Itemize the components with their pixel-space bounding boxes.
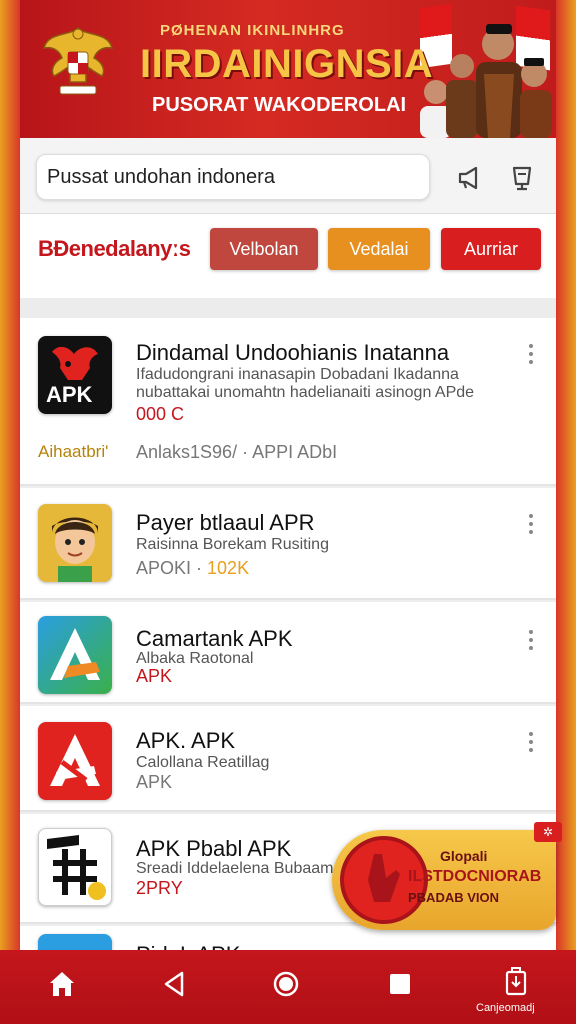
list-item[interactable]: Camartank APK Albaka Raotonal APK (20, 602, 556, 704)
header-banner: PØHENAN IKINLINHRG IIRDAINIGNSIA PUSORAT… (20, 0, 556, 138)
filter-chip[interactable]: Aurriar (441, 228, 541, 270)
app-description: Calollana Reatillag (136, 754, 270, 771)
avatar-face-icon (52, 517, 98, 582)
app-meta: 2PRY (136, 878, 183, 898)
more-options-icon[interactable] (528, 630, 534, 650)
back-icon[interactable] (158, 968, 190, 1000)
list-item[interactable]: Payer btlaaul APR Raisinna Borekam Rusit… (20, 488, 556, 600)
app-icon: APK (38, 336, 112, 414)
hash-logo-icon (47, 835, 106, 900)
app-meta: APK (136, 772, 173, 792)
filter-chip[interactable]: Vedalai (328, 228, 430, 270)
app-meta-prefix: APOKI · (136, 558, 203, 578)
app-icon (38, 722, 112, 800)
triangle-logo-icon (50, 628, 100, 680)
list-item[interactable]: APK. APK Calollana Reatillag APK (20, 706, 556, 812)
app-title: Camartank APK (136, 626, 293, 651)
banner-title: IIRDAINIGNSIA (140, 42, 434, 86)
app-icon (38, 616, 112, 694)
recent-apps-icon[interactable] (384, 968, 416, 1000)
app-download-count: 102K (207, 558, 250, 578)
app-icon-label: APK (46, 382, 93, 407)
banner-top-text: PØHENAN IKINLINHRG (160, 22, 345, 39)
more-options-icon[interactable] (528, 732, 534, 752)
search-bar-row (20, 138, 556, 214)
app-price: 000 C (136, 404, 185, 424)
promo-line-1: Glopali (440, 848, 488, 864)
app-icon (38, 934, 112, 950)
app-meta: Anlaks1S96/ · APPI ADbI (136, 442, 338, 462)
bottom-nav-bar: Canjeomadj (0, 950, 576, 1024)
filter-row: BÐenedalanyːs Velbolan Vedalai Aurriar (20, 214, 556, 298)
megaphone-icon[interactable] (454, 162, 486, 194)
more-options-icon[interactable] (528, 514, 534, 534)
list-item[interactable]: APK Aihaatbri' Dindamal Undoohianis Inat… (20, 318, 556, 486)
app-frame: PØHENAN IKINLINHRG IIRDAINIGNSIA PUSORAT… (20, 0, 562, 1024)
nav-label: Canjeomadj (476, 1002, 535, 1014)
cup-icon[interactable] (506, 162, 538, 194)
search-input[interactable] (37, 155, 429, 199)
app-description: nubattakai unomahtn hadelianaiti asinogn… (136, 384, 475, 401)
people-photo (420, 24, 552, 138)
filter-chip[interactable]: Velbolan (210, 228, 318, 270)
home-icon[interactable] (46, 968, 78, 1000)
app-title: APK Pbabl APK (136, 836, 292, 861)
a-logo-icon (50, 734, 100, 786)
app-description: Sreadi Iddelaelena Bubaam (136, 860, 334, 877)
app-icon (38, 828, 112, 906)
promo-line-3: PBADAB VION (408, 890, 500, 905)
section-divider (20, 298, 556, 318)
app-tag: Aihaatbri' (38, 442, 109, 461)
app-description: Raisinna Borekam Rusiting (136, 536, 329, 553)
app-icon (38, 504, 112, 582)
app-description: Ifadudongrani inanasapin Dobadani Ikadan… (136, 366, 459, 383)
home-circle-icon[interactable] (270, 968, 302, 1000)
app-meta: APK (136, 666, 173, 686)
app-title: Payer btlaaul APR (136, 510, 315, 535)
search-box[interactable] (36, 154, 430, 200)
filter-label: BÐenedalanyːs (38, 236, 191, 261)
app-meta: APOKI · 102K (136, 558, 249, 579)
promo-badge[interactable]: Glopali ILSTDOCNIORAB PBADAB VION ✲ (332, 822, 562, 930)
more-options-icon[interactable] (528, 344, 534, 364)
app-title: PidaL APK (136, 942, 240, 950)
banner-subtitle: PUSORAT WAKODEROLAI (152, 94, 407, 116)
garuda-emblem-icon (42, 26, 114, 95)
promo-corner-icon[interactable]: ✲ (534, 822, 562, 842)
share-icon[interactable] (500, 966, 532, 998)
promo-line-2: ILSTDOCNIORAB (408, 868, 542, 885)
app-title: Dindamal Undoohianis Inatanna (136, 340, 450, 365)
app-title: APK. APK (136, 728, 236, 753)
